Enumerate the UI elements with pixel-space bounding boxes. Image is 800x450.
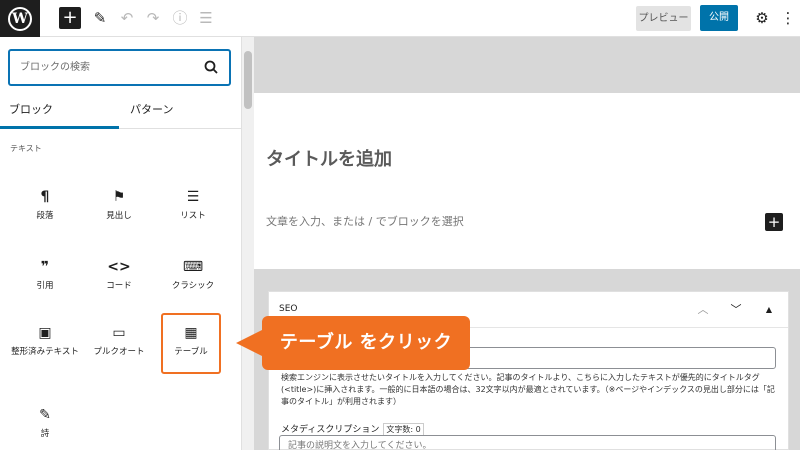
verse-icon: ✎ <box>39 407 51 423</box>
wordpress-logo-icon[interactable]: W <box>0 0 40 37</box>
block-heading[interactable]: ⚑ 見出し <box>88 179 150 237</box>
post-title-field[interactable]: タイトルを追加 <box>266 145 392 171</box>
chevron-up-icon[interactable]: ︿ <box>695 302 711 318</box>
add-block-button[interactable]: + <box>59 7 81 29</box>
collapse-toggle-icon[interactable]: ▲ <box>761 302 777 318</box>
block-table[interactable]: ▦ テーブル <box>161 313 221 374</box>
paragraph-icon: ¶ <box>40 189 50 205</box>
block-label: リスト <box>180 211 206 221</box>
inserter-tabs: ブロック パターン <box>0 99 241 129</box>
scrollbar-thumb[interactable] <box>244 51 252 109</box>
block-label: プルクオート <box>93 347 145 357</box>
seo-title-help: 検索エンジンに表示させたいタイトルを入力してください。記事のタイトルより、こちら… <box>281 373 775 406</box>
preformatted-icon: ▣ <box>38 325 52 341</box>
meta-description-label: メタディスクリプション 文字数: 0 <box>281 422 424 436</box>
meta-description-label-text: メタディスクリプション <box>281 425 380 435</box>
block-paragraph[interactable]: ¶ 段落 <box>14 179 76 237</box>
block-list[interactable]: ☰ リスト <box>162 179 224 237</box>
block-preformatted[interactable]: ▣ 整形済みテキスト <box>10 315 80 385</box>
pencil-icon[interactable]: ✎ <box>90 8 110 28</box>
tab-blocks[interactable]: ブロック <box>0 99 119 129</box>
search-icon[interactable] <box>203 59 219 75</box>
more-vertical-icon[interactable]: ⋮ <box>778 8 798 28</box>
block-label: テーブル <box>174 347 208 357</box>
chevron-down-icon[interactable]: ﹀ <box>728 302 744 318</box>
block-label: 詩 <box>40 429 50 439</box>
info-icon[interactable]: ⓘ <box>170 8 190 28</box>
quote-icon: ❞ <box>40 259 50 275</box>
block-label: 見出し <box>106 211 132 221</box>
list-icon: ☰ <box>186 189 200 205</box>
keyboard-icon: ⌨ <box>182 259 204 275</box>
block-label: コード <box>106 281 132 291</box>
gear-icon[interactable]: ⚙ <box>752 8 772 28</box>
block-search-input[interactable] <box>10 51 195 84</box>
inline-inserter-button[interactable]: + <box>765 213 783 231</box>
table-icon: ▦ <box>184 325 198 341</box>
block-search <box>8 49 231 86</box>
editor-canvas: タイトルを追加 文章を入力、または / でブロックを選択 + <box>254 93 800 269</box>
code-icon: <> <box>107 259 131 275</box>
block-label: クラシック <box>171 281 215 291</box>
block-label: 段落 <box>36 211 54 221</box>
block-code[interactable]: <> コード <box>88 249 150 307</box>
sidebar-scrollbar[interactable] <box>242 37 254 450</box>
top-toolbar: W + ✎ ↶ ↷ ⓘ ☰ プレビュー 公開 ⚙ ⋮ <box>0 0 800 37</box>
pullquote-icon: ▭ <box>112 325 126 341</box>
list-view-icon[interactable]: ☰ <box>196 8 216 28</box>
redo-icon[interactable]: ↷ <box>143 8 163 28</box>
block-label: 整形済みテキスト <box>11 347 79 357</box>
callout-annotation: テーブル をクリック <box>262 316 470 370</box>
undo-icon[interactable]: ↶ <box>117 8 137 28</box>
category-heading: テキスト <box>10 144 42 153</box>
seo-title: SEO <box>279 304 298 314</box>
publish-button[interactable]: 公開 <box>700 5 738 31</box>
callout-arrow <box>236 329 264 357</box>
tab-patterns[interactable]: パターン <box>120 99 241 129</box>
block-inserter-panel: ブロック パターン テキスト ¶ 段落 ⚑ 見出し ☰ リスト ❞ 引用 <> … <box>0 37 242 450</box>
seo-meta-box: SEO ︿ ﹀ ▲ 検索エンジンに表示させたいタイトルを入力してください。記事の… <box>268 291 789 450</box>
paragraph-placeholder[interactable]: 文章を入力、または / でブロックを選択 <box>266 213 464 229</box>
block-verse[interactable]: ✎ 詩 <box>14 397 76 450</box>
block-classic[interactable]: ⌨ クラシック <box>162 249 224 307</box>
meta-description-input[interactable]: 記事の説明文を入力してください。 <box>279 435 776 450</box>
block-pullquote[interactable]: ▭ プルクオート <box>86 315 152 373</box>
block-quote[interactable]: ❞ 引用 <box>14 249 76 307</box>
block-label: 引用 <box>36 281 54 291</box>
preview-button[interactable]: プレビュー <box>636 6 691 31</box>
bookmark-icon: ⚑ <box>112 189 126 205</box>
